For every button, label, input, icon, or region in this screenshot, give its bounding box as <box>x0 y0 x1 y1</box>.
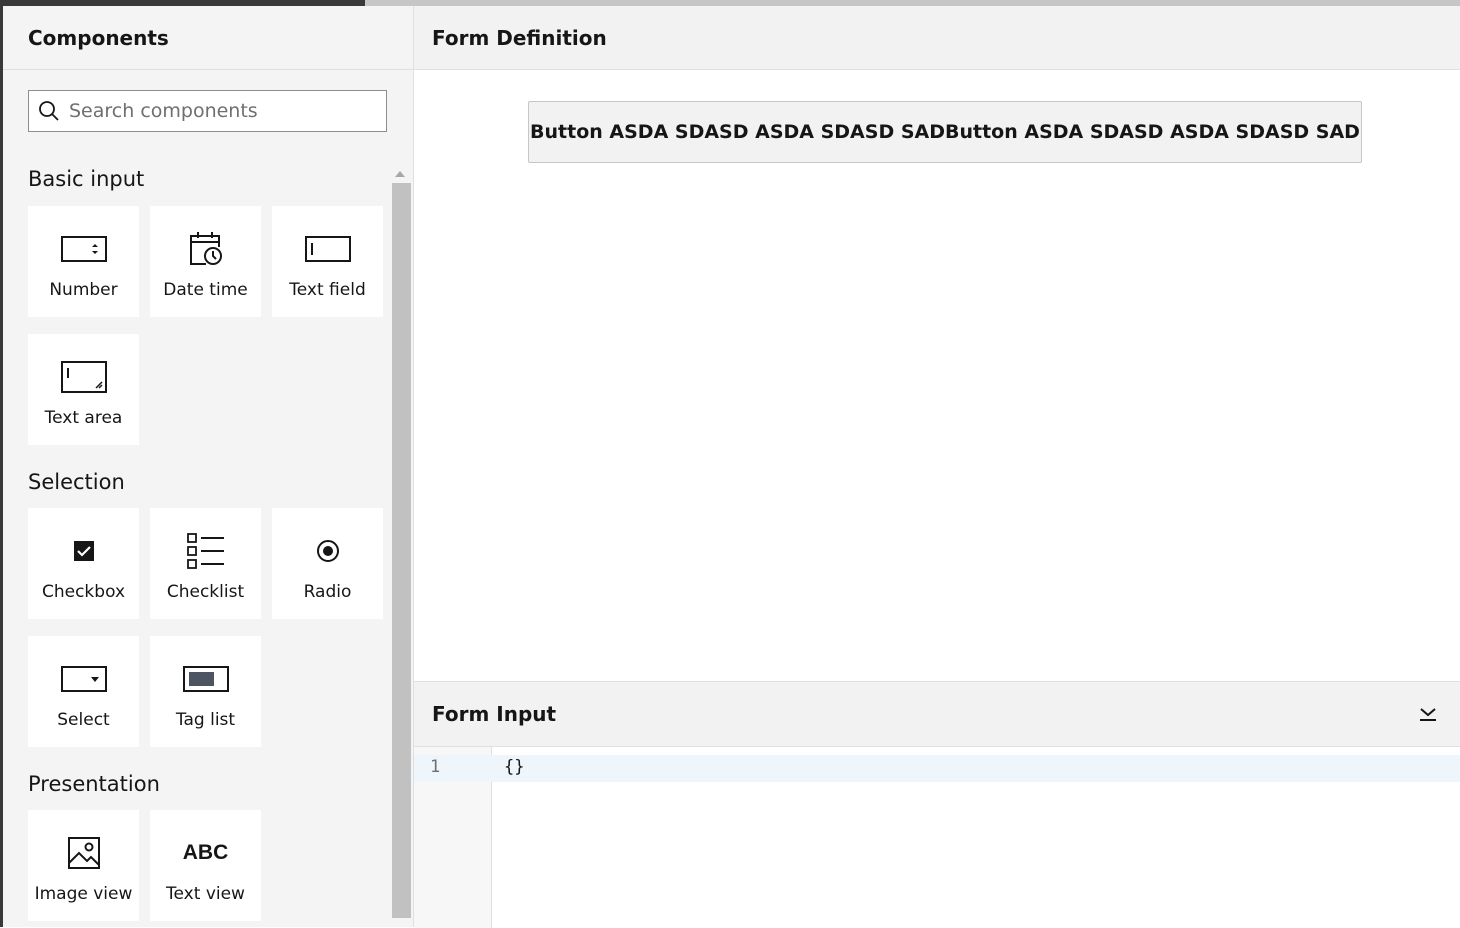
chevron-down-icon <box>1420 708 1436 721</box>
taglist-icon <box>182 661 229 697</box>
radio-icon <box>316 533 340 569</box>
datetime-icon <box>188 231 224 267</box>
scrollbar-thumb[interactable] <box>392 183 411 918</box>
component-select[interactable]: Select <box>28 636 139 747</box>
select-icon <box>60 661 107 697</box>
textarea-icon <box>60 359 107 395</box>
active-line-highlight <box>414 755 1460 782</box>
component-label: Text view <box>166 884 245 904</box>
checklist-icon <box>186 533 225 569</box>
component-label: Select <box>57 710 110 730</box>
textview-icon: ABC <box>182 841 229 864</box>
textfield-icon <box>304 231 351 267</box>
code-line[interactable]: {} <box>504 757 524 777</box>
form-definition-title: Form Definition <box>414 6 1460 70</box>
collapse-button[interactable] <box>1416 702 1440 726</box>
component-checklist[interactable]: Checklist <box>150 508 261 619</box>
component-number[interactable]: Number <box>28 206 139 317</box>
search-input[interactable] <box>69 100 369 122</box>
scroll-up-icon[interactable] <box>395 171 405 177</box>
form-input-header: Form Input <box>414 682 1460 747</box>
search-box[interactable] <box>28 90 387 132</box>
component-tag-list[interactable]: Tag list <box>150 636 261 747</box>
palette-scrollbar[interactable] <box>390 168 411 923</box>
form-button-element[interactable]: Button ASDA SDASD ASDA SDASD SADButton A… <box>528 101 1362 163</box>
form-input-panel: Form Input 1 {} <box>414 681 1460 928</box>
number-icon <box>60 231 107 267</box>
component-label: Tag list <box>175 710 236 730</box>
search-icon <box>29 90 69 132</box>
component-checkbox[interactable]: Checkbox <box>28 508 139 619</box>
component-date-time[interactable]: Date time <box>150 206 261 317</box>
palette-title: Components <box>3 6 413 70</box>
component-label: Radio <box>303 582 352 602</box>
component-label: Date time <box>163 280 248 300</box>
line-number: 1 <box>430 757 441 777</box>
component-label: Image view <box>34 884 133 904</box>
json-editor[interactable]: 1 {} <box>414 747 1460 928</box>
component-text-field[interactable]: Text field <box>272 206 383 317</box>
component-radio[interactable]: Radio <box>272 508 383 619</box>
component-label: Checklist <box>166 582 245 602</box>
form-input-title: Form Input <box>432 702 557 726</box>
component-text-area[interactable]: Text area <box>28 334 139 445</box>
component-label: Text area <box>44 408 123 428</box>
component-image-view[interactable]: Image view <box>28 810 139 921</box>
components-palette: Components Basic input Number Date time … <box>3 6 414 927</box>
group-title-basic-input: Basic input <box>28 167 145 191</box>
component-label: Checkbox <box>41 582 126 602</box>
checkbox-icon <box>73 533 95 569</box>
component-label: Text field <box>289 280 366 300</box>
component-text-view[interactable]: ABC Text view <box>150 810 261 921</box>
group-title-presentation: Presentation <box>28 772 160 796</box>
component-label: Number <box>49 280 118 300</box>
group-title-selection: Selection <box>28 470 125 494</box>
image-icon <box>67 835 100 871</box>
form-definition-panel: Form Definition Button ASDA SDASD ASDA S… <box>414 6 1460 682</box>
